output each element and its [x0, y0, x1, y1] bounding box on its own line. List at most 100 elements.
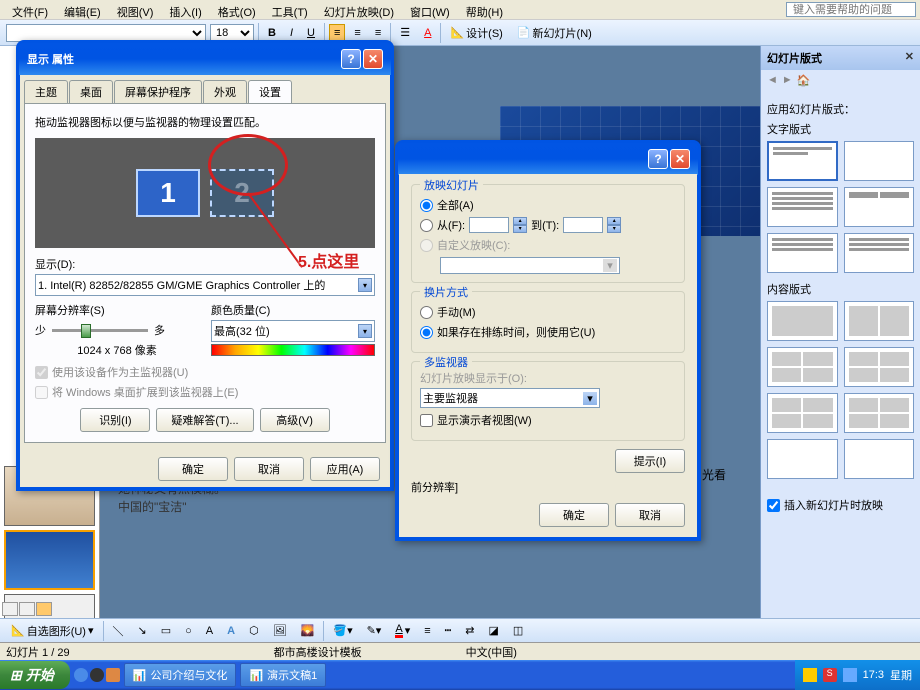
insert-on-show-checkbox[interactable]: 插入新幻灯片时放映 — [761, 493, 920, 517]
autoshapes-button[interactable]: 📐 自选图形(U) ▾ — [6, 620, 99, 642]
menu-view[interactable]: 视图(V) — [109, 2, 162, 17]
menu-help[interactable]: 帮助(H) — [458, 2, 511, 17]
menu-slideshow[interactable]: 幻灯片放映(D) — [316, 2, 402, 17]
wordart-tool[interactable]: A — [222, 622, 240, 640]
font-color-button[interactable]: A▾ — [390, 620, 415, 641]
layout-item[interactable] — [767, 439, 838, 479]
rectangle-tool[interactable]: ▭ — [156, 621, 176, 640]
identify-button[interactable]: 识别(I) — [80, 408, 150, 432]
tray-shield-icon[interactable] — [803, 668, 817, 682]
layout-item[interactable] — [767, 301, 838, 341]
tab-screensaver[interactable]: 屏幕保护程序 — [114, 80, 202, 103]
oval-tool[interactable]: ○ — [180, 622, 197, 640]
menu-window[interactable]: 窗口(W) — [402, 2, 458, 17]
color-quality-select[interactable]: 最高(32 位) ▾ — [211, 320, 375, 342]
tab-appearance[interactable]: 外观 — [203, 80, 247, 103]
slide-thumb[interactable] — [4, 530, 95, 590]
apply-button[interactable]: 应用(A) — [310, 457, 380, 481]
menu-edit[interactable]: 编辑(E) — [56, 2, 109, 17]
menu-format[interactable]: 格式(O) — [210, 2, 264, 17]
bold-button[interactable]: B — [263, 24, 281, 42]
3d-button[interactable]: ◫ — [508, 621, 528, 640]
sorter-view-icon[interactable] — [19, 602, 35, 616]
layout-item[interactable] — [844, 187, 915, 227]
dialog-titlebar[interactable]: ? ✕ — [398, 143, 698, 175]
insert-checkbox[interactable] — [767, 499, 780, 512]
tab-theme[interactable]: 主题 — [24, 80, 68, 103]
close-button[interactable]: ✕ — [363, 49, 383, 69]
task-pane-close-button[interactable]: ✕ — [905, 50, 914, 66]
layout-item[interactable] — [767, 141, 838, 181]
layout-item[interactable] — [844, 301, 915, 341]
display-select[interactable]: 1. Intel(R) 82852/82855 GM/GME Graphics … — [35, 274, 375, 296]
fill-color-button[interactable]: 🪣▾ — [328, 621, 357, 640]
close-button[interactable]: ✕ — [670, 149, 690, 169]
advanced-button[interactable]: 高级(V) — [260, 408, 330, 432]
resolution-slider[interactable]: 少 多 — [35, 322, 165, 338]
radio-all[interactable]: 全部(A) — [420, 197, 676, 213]
taskbar-item[interactable]: 📊 演示文稿1 — [240, 663, 326, 687]
tab-desktop[interactable]: 桌面 — [69, 80, 113, 103]
underline-button[interactable]: U — [302, 24, 320, 42]
forward-icon[interactable]: ► — [782, 74, 793, 87]
clipart-tool[interactable]: 🖼 — [268, 621, 292, 640]
cancel-button[interactable]: 取消 — [615, 503, 685, 527]
picture-tool[interactable]: 🌄 — [296, 621, 320, 640]
slider-thumb[interactable] — [81, 324, 91, 338]
align-center-button[interactable]: ≡ — [349, 24, 365, 42]
home-icon[interactable]: 🏠 — [797, 74, 811, 87]
tray-network-icon[interactable] — [843, 668, 857, 682]
help-search-input[interactable] — [786, 2, 916, 17]
help-button[interactable]: ? — [648, 149, 668, 169]
clock[interactable]: 17:3 — [863, 669, 884, 681]
bullets-button[interactable]: ☰ — [395, 23, 415, 42]
layout-item[interactable] — [767, 187, 838, 227]
normal-view-icon[interactable] — [2, 602, 18, 616]
line-color-button[interactable]: ✎▾ — [362, 621, 387, 640]
menu-insert[interactable]: 插入(I) — [161, 2, 209, 17]
troubleshoot-button[interactable]: 疑难解答(T)... — [156, 408, 253, 432]
shadow-button[interactable]: ◪ — [483, 621, 503, 640]
slideshow-view-icon[interactable] — [36, 602, 52, 616]
arrow-style-button[interactable]: ⇄ — [460, 621, 479, 640]
monitor-1-icon[interactable]: 1 — [136, 169, 200, 217]
layout-item[interactable] — [844, 233, 915, 273]
radio-from[interactable]: 从(F): ▴▾ 到(T): ▴▾ — [420, 217, 676, 233]
tray-s-icon[interactable]: S — [823, 668, 837, 682]
layout-item[interactable] — [767, 347, 838, 387]
line-style-button[interactable]: ≡ — [419, 622, 435, 640]
diagram-tool[interactable]: ⬡ — [244, 621, 264, 640]
arrow-tool[interactable]: ↘ — [133, 621, 152, 640]
layout-item[interactable] — [844, 393, 915, 433]
font-size-select[interactable]: 18 — [210, 24, 254, 42]
to-input[interactable] — [563, 217, 603, 233]
tips-button[interactable]: 提示(I) — [615, 449, 685, 473]
help-button[interactable]: ? — [341, 49, 361, 69]
presenter-view-checkbox[interactable]: 显示演示者视图(W) — [420, 412, 676, 428]
menu-file[interactable]: 文件(F) — [4, 2, 56, 17]
radio-manual[interactable]: 手动(M) — [420, 304, 676, 320]
italic-button[interactable]: I — [285, 24, 298, 42]
tab-settings[interactable]: 设置 — [248, 80, 292, 103]
layout-item[interactable] — [844, 347, 915, 387]
taskbar-item[interactable]: 📊 公司介绍与文化 — [124, 663, 237, 687]
back-icon[interactable]: ◄ — [767, 74, 778, 87]
layout-item[interactable] — [844, 439, 915, 479]
new-slide-button[interactable]: 📄 新幻灯片(N) — [512, 22, 597, 44]
display-on-select[interactable]: 主要监视器▾ — [420, 388, 600, 408]
align-right-button[interactable]: ≡ — [370, 24, 386, 42]
line-tool[interactable]: ＼ — [108, 620, 129, 642]
from-input[interactable] — [469, 217, 509, 233]
design-button[interactable]: 📐 设计(S) — [445, 22, 507, 44]
menu-tools[interactable]: 工具(T) — [264, 2, 316, 17]
start-button[interactable]: ⊞ 开始 — [0, 661, 70, 689]
layout-item[interactable] — [767, 393, 838, 433]
textbox-tool[interactable]: A — [201, 622, 218, 640]
monitor-arrangement[interactable]: 1 2 — [35, 138, 375, 248]
layout-item[interactable] — [844, 141, 915, 181]
radio-timing[interactable]: 如果存在排练时间，则使用它(U) — [420, 324, 676, 340]
ie-icon[interactable] — [74, 668, 88, 682]
cancel-button[interactable]: 取消 — [234, 457, 304, 481]
dash-style-button[interactable]: ┅ — [440, 621, 457, 640]
qq-icon[interactable] — [90, 668, 104, 682]
